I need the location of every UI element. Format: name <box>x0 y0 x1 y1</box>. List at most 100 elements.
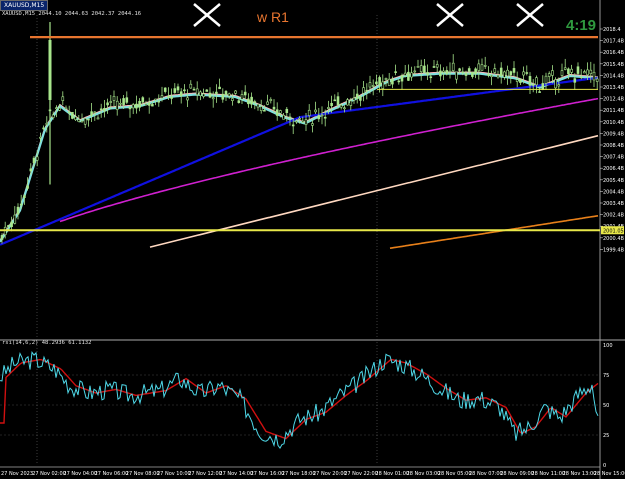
level-price-label: 2001.05 <box>603 228 624 234</box>
candle-body <box>167 95 170 98</box>
price-tick-label: 2007.4B <box>603 155 624 161</box>
candle-body <box>531 84 535 86</box>
candle-body <box>480 64 484 71</box>
time-tick-label: 27 Nov 02:00 <box>32 471 66 477</box>
time-tick-label: 27 Nov 20:00 <box>313 471 347 477</box>
price-tick-label: 2014.4B <box>603 73 624 79</box>
candle-body <box>19 203 23 206</box>
candle-body <box>195 88 199 96</box>
candle-body <box>247 98 250 105</box>
candle-body <box>579 76 583 78</box>
candle-body <box>106 102 109 106</box>
r1-note-label: w R1 <box>257 9 289 25</box>
candle-body <box>333 99 337 102</box>
candle-body <box>474 68 477 74</box>
rsi-tick-label: 75 <box>603 373 609 379</box>
candle-body <box>435 64 439 68</box>
candle-body <box>557 84 561 87</box>
candle-body <box>519 78 522 83</box>
candle-body <box>135 103 138 109</box>
candle-body <box>192 88 196 91</box>
time-tick-label: 27 Nov 08:00 <box>126 471 160 477</box>
candle-body <box>48 40 52 100</box>
candle-body <box>186 97 189 101</box>
candle-body <box>365 89 369 92</box>
candle-body <box>391 79 394 85</box>
candle-body <box>339 104 343 108</box>
candle-body <box>250 96 253 105</box>
candle-body <box>547 73 551 77</box>
time-tick-label: 27 Nov 10:00 <box>157 471 191 477</box>
candle-body <box>269 99 273 101</box>
time-axis: 27 Nov 2023 27 Nov 02:0027 Nov 04:0027 No… <box>1 471 625 477</box>
candle-body <box>448 70 452 73</box>
candle-body <box>346 99 349 106</box>
candle-body <box>144 103 148 106</box>
candle-body <box>567 68 570 75</box>
candle-body <box>218 86 221 90</box>
candle-body <box>83 118 87 125</box>
candle-body <box>595 78 599 82</box>
candle-body <box>128 106 132 110</box>
candle-body <box>211 97 215 100</box>
candle-body <box>544 75 548 84</box>
candle-body <box>131 104 135 109</box>
candle-body <box>525 72 529 74</box>
candle-body <box>253 101 257 103</box>
candle-body <box>74 116 77 120</box>
candle-body <box>464 72 468 76</box>
time-tick-label: 28 Nov 09:00 <box>500 471 534 477</box>
time-tick-label: 27 Nov 2023 <box>1 471 33 477</box>
candle-body <box>119 102 122 105</box>
candle-body <box>352 97 356 101</box>
candle-body <box>573 78 577 83</box>
candle-body <box>256 103 260 108</box>
candle-body <box>541 83 545 91</box>
candle-body <box>138 100 141 108</box>
candle-body <box>39 136 42 139</box>
candle-body <box>439 70 442 77</box>
trading-chart[interactable]: 2018.4 2017.4B 2016.4B 2015.4B 2014.4B 2013.4… <box>0 0 625 479</box>
candle-body <box>231 98 234 101</box>
price-tick-label: 2015.4B <box>603 62 624 68</box>
rsi-tick-label: 0 <box>603 463 606 469</box>
chart-header: XAUUSD,M15 2044.10 2044.63 2042.37 2044.… <box>2 11 142 17</box>
candle-body <box>381 81 385 89</box>
time-tick-label: 27 Nov 18:00 <box>282 471 316 477</box>
price-tick-label: 2016.4B <box>603 50 624 56</box>
candle-body <box>35 156 39 161</box>
time-tick-label: 27 Nov 06:00 <box>95 471 129 477</box>
chart-tab[interactable]: XAUUSD,M15 <box>0 0 49 11</box>
time-tick-label: 28 Nov 11:00 <box>531 471 565 477</box>
candle-body <box>224 91 228 95</box>
candle-body <box>99 108 103 111</box>
candle-body <box>397 80 401 83</box>
time-tick-label: 27 Nov 04:00 <box>63 471 97 477</box>
candle-body <box>323 116 327 119</box>
candle-body <box>368 82 372 88</box>
candle-body <box>279 110 282 114</box>
candle-body <box>199 91 202 96</box>
candle-body <box>487 73 490 76</box>
candle-body <box>112 96 116 101</box>
price-tick-label: 2008.4B <box>603 143 624 149</box>
candle-body <box>263 109 266 112</box>
candle-body <box>442 70 445 73</box>
price-tick-label: 2002.4B <box>603 213 624 219</box>
candle-body <box>122 98 125 105</box>
candle-body <box>314 109 317 113</box>
candle-body <box>445 70 449 75</box>
candle-body <box>173 88 177 93</box>
rsi-tick-label: 50 <box>603 403 609 409</box>
candle-body <box>215 91 218 94</box>
candle-body <box>506 69 509 77</box>
candle-body <box>208 92 212 98</box>
candle-body <box>45 122 49 125</box>
time-tick-label: 28 Nov 05:00 <box>438 471 472 477</box>
candle-body <box>570 68 573 73</box>
candle-body <box>359 96 362 101</box>
candle-body <box>288 116 292 119</box>
candle-body <box>13 214 17 224</box>
candle-body <box>58 107 61 111</box>
candle-body <box>375 81 378 85</box>
